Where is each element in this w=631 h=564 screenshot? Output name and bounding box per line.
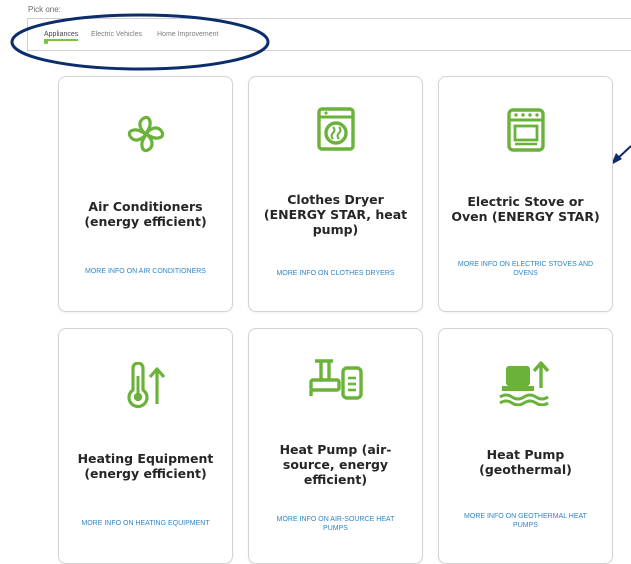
more-info-link[interactable]: MORE INFO ON AIR CONDITIONERS (75, 267, 216, 276)
card-title: Clothes Dryer (ENERGY STAR, heat pump) (263, 192, 408, 237)
card-title: Heat Pump (air-source, energy efficient) (279, 442, 392, 487)
more-info-link[interactable]: MORE INFO ON GEOTHERMAL HEAT PUMPS (455, 512, 596, 530)
thermometer-up-icon (59, 362, 232, 410)
more-info-link[interactable]: MORE INFO ON CLOTHES DRYERS (265, 269, 406, 278)
tab-home-improvement[interactable]: Home Improvement (157, 31, 218, 38)
card-title: Heating Equipment (energy efficient) (77, 451, 214, 481)
more-info-link[interactable]: MORE INFO ON AIR-SOURCE HEAT PUMPS (265, 515, 406, 533)
card-electric-stove-oven[interactable]: Electric Stove or Oven (ENERGY STAR) MOR… (438, 76, 613, 312)
card-title: Air Conditioners (energy efficient) (84, 199, 207, 229)
active-tab-marker (44, 40, 48, 44)
card-heat-pump-geothermal[interactable]: Heat Pump (geothermal) MORE INFO ON GEOT… (438, 328, 613, 564)
tab-electric-vehicles[interactable]: Electric Vehicles (91, 31, 142, 38)
card-heat-pump-air-source[interactable]: Heat Pump (air-source, energy efficient)… (248, 328, 423, 564)
card-heating-equipment[interactable]: Heating Equipment (energy efficient) MOR… (58, 328, 233, 564)
more-info-link[interactable]: MORE INFO ON ELECTRIC STOVES AND OVENS (455, 260, 596, 278)
card-title: Heat Pump (geothermal) (479, 447, 572, 477)
dryer-icon (249, 106, 422, 152)
pick-one-label: Pick one: (28, 5, 61, 14)
oven-icon (439, 107, 612, 153)
more-info-link[interactable]: MORE INFO ON HEATING EQUIPMENT (75, 519, 216, 528)
card-clothes-dryer[interactable]: Clothes Dryer (ENERGY STAR, heat pump) M… (248, 76, 423, 312)
heat-pump-geothermal-icon (439, 358, 612, 406)
card-air-conditioners[interactable]: Air Conditioners (energy efficient) MORE… (58, 76, 233, 312)
heat-pump-air-icon (249, 356, 422, 402)
fan-icon (59, 110, 232, 158)
card-title: Electric Stove or Oven (ENERGY STAR) (451, 194, 600, 224)
tab-appliances[interactable]: Appliances (44, 31, 79, 41)
